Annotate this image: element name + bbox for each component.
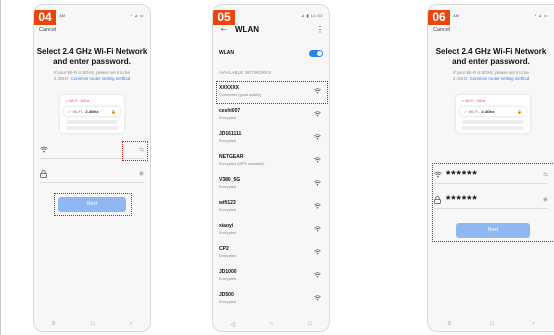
wifi-signal-icon: [314, 295, 321, 303]
wifi-signal-icon: [314, 111, 321, 119]
eye-icon[interactable]: ◉: [139, 170, 144, 177]
wifi-band-illustration: × Wi-Fi - 5Ghz ✓ Wi-Fi - 2.4Ghz 🔒: [60, 95, 124, 133]
menu-icon[interactable]: ≡: [447, 321, 451, 327]
back-icon[interactable]: ‹: [130, 321, 132, 327]
wifi-5ghz-row: × Wi-Fi - 5Ghz: [66, 99, 90, 103]
network-list-item[interactable]: xiaoyi Encrypted: [219, 220, 323, 242]
status-time: AM: [59, 13, 65, 18]
network-name: wifi123: [219, 200, 236, 206]
lock-wifi-icon: 🔒: [111, 109, 116, 114]
network-name: NETGEAR: [219, 154, 244, 160]
network-name: xiaoyi: [219, 223, 234, 229]
network-status: Encrypted: [219, 277, 237, 281]
wifi-5ghz-row: × Wi-Fi - 5Ghz: [462, 99, 486, 103]
credentials-highlight: [432, 163, 554, 242]
wifi-signal-icon: [314, 272, 321, 280]
network-status: Encrypted: [219, 300, 237, 304]
page-title: Select 2.4 GHz Wi-Fi Network and enter p…: [435, 47, 547, 66]
wifi-signal-icon: [314, 180, 321, 188]
hint-text: If your Wi-Fi is 5GHz, please set it to …: [452, 70, 530, 81]
wifi-signal-icon: [314, 203, 321, 211]
page-title: WLAN: [235, 25, 259, 34]
network-list-item[interactable]: V380_5G Encrypted: [219, 174, 323, 196]
status-icons: * ⊿ ▭: [534, 13, 548, 18]
network-name: CP2: [219, 246, 229, 252]
router-setting-link[interactable]: Common router setting method: [470, 76, 529, 81]
placeholder-bar: [462, 120, 524, 124]
wifi-24ghz-row: ✓ Wi-Fi - 2.4Ghz 🔒: [64, 107, 120, 116]
network-name: ceshi007: [219, 108, 241, 114]
network-list-item[interactable]: JD1000 Encrypted: [219, 266, 323, 288]
placeholder-bar: [66, 120, 118, 124]
page-title: Select 2.4 GHz Wi-Fi Network and enter p…: [36, 47, 148, 66]
router-setting-link[interactable]: Common router setting method: [71, 76, 130, 81]
status-icons: ⊿ ▮ 11:02: [301, 13, 323, 18]
system-nav-bar: ◁ ○ □: [213, 317, 329, 331]
network-name: JD500: [219, 292, 234, 298]
step-badge: 06: [428, 10, 450, 25]
network-status: Encrypted: [219, 116, 237, 120]
password-field[interactable]: ◉: [40, 167, 144, 183]
more-menu-icon[interactable]: ⋮: [316, 25, 324, 34]
home-icon[interactable]: ○: [270, 321, 274, 327]
home-icon[interactable]: □: [91, 321, 95, 327]
network-status: Encrypted: [219, 208, 237, 212]
network-list-item[interactable]: CP2 Encrypted: [219, 243, 323, 265]
network-list-item[interactable]: JD161111 Encrypted: [219, 128, 323, 150]
wifi-signal-icon: [314, 134, 321, 142]
status-icons: * ⊿ ▭: [130, 13, 144, 18]
step-badge: 04: [34, 10, 56, 25]
network-list-item[interactable]: ceshi007 Encrypted: [219, 105, 323, 127]
wifi-icon: [40, 146, 48, 155]
wlan-toggle-row[interactable]: WLAN: [219, 47, 323, 61]
back-icon[interactable]: ‹: [533, 321, 535, 327]
phone-screen-step-05: 05 ⊿ ▮ 11:02 ← WLAN ⋮ WLAN AVAILABLE NET…: [212, 4, 330, 332]
network-name: JD161111: [219, 131, 242, 137]
network-status: Encrypted: [219, 254, 237, 258]
swap-highlight: [122, 141, 148, 161]
phone-screen-step-04: 04 AM * ⊿ ▭ Cancel Select 2.4 GHz Wi-Fi …: [33, 4, 151, 332]
hint-text: If your Wi-Fi is 5GHz, please set it to …: [53, 70, 131, 81]
home-icon[interactable]: □: [490, 321, 494, 327]
placeholder-bar: [66, 126, 118, 130]
system-nav-bar: ≡ □ ‹: [428, 317, 554, 331]
network-list-item[interactable]: JD500 Encrypted: [219, 289, 323, 311]
wifi-signal-icon: [314, 226, 321, 234]
cancel-button[interactable]: Cancel: [39, 27, 56, 33]
lock-wifi-icon: 🔒: [517, 109, 522, 114]
wlan-header: ← WLAN ⋮: [213, 23, 329, 41]
status-time: AM: [453, 13, 459, 18]
wifi-band-illustration: × Wi-Fi - 5Ghz ✓ Wi-Fi - 2.4Ghz 🔒: [456, 95, 530, 133]
phone-screen-step-06: 06 AM * ⊿ ▭ Cancel Select 2.4 GHz Wi-Fi …: [427, 4, 554, 332]
connected-network-highlight: [216, 81, 328, 104]
lock-icon: [40, 170, 47, 180]
wlan-label: WLAN: [219, 50, 234, 56]
network-name: V380_5G: [219, 177, 241, 183]
left-edge-line: [0, 0, 1, 335]
network-status: Encrypted: [219, 231, 237, 235]
wifi-24ghz-row: ✓ Wi-Fi - 2.4Ghz 🔒: [460, 107, 526, 116]
placeholder-bar: [462, 126, 524, 130]
network-list-item[interactable]: wifi123 Encrypted: [219, 197, 323, 219]
available-networks-heading: AVAILABLE NETWORKS: [219, 70, 272, 75]
network-list-item[interactable]: NETGEAR Encrypted (WPS available): [219, 151, 323, 173]
network-name: JD1000: [219, 269, 237, 275]
next-highlight: [54, 193, 132, 216]
step-badge: 05: [213, 10, 235, 25]
wifi-signal-icon: [314, 157, 321, 165]
recents-icon[interactable]: □: [308, 321, 312, 327]
wifi-signal-icon: [314, 249, 321, 257]
back-icon[interactable]: ◁: [230, 321, 235, 328]
cancel-button[interactable]: Cancel: [433, 27, 450, 33]
system-nav-bar: ≡ □ ‹: [34, 317, 150, 331]
menu-icon[interactable]: ≡: [52, 321, 56, 327]
network-status: Encrypted: [219, 139, 237, 143]
network-status: Encrypted (WPS available): [219, 162, 265, 166]
wlan-toggle[interactable]: [309, 50, 323, 57]
network-status: Encrypted: [219, 185, 237, 189]
